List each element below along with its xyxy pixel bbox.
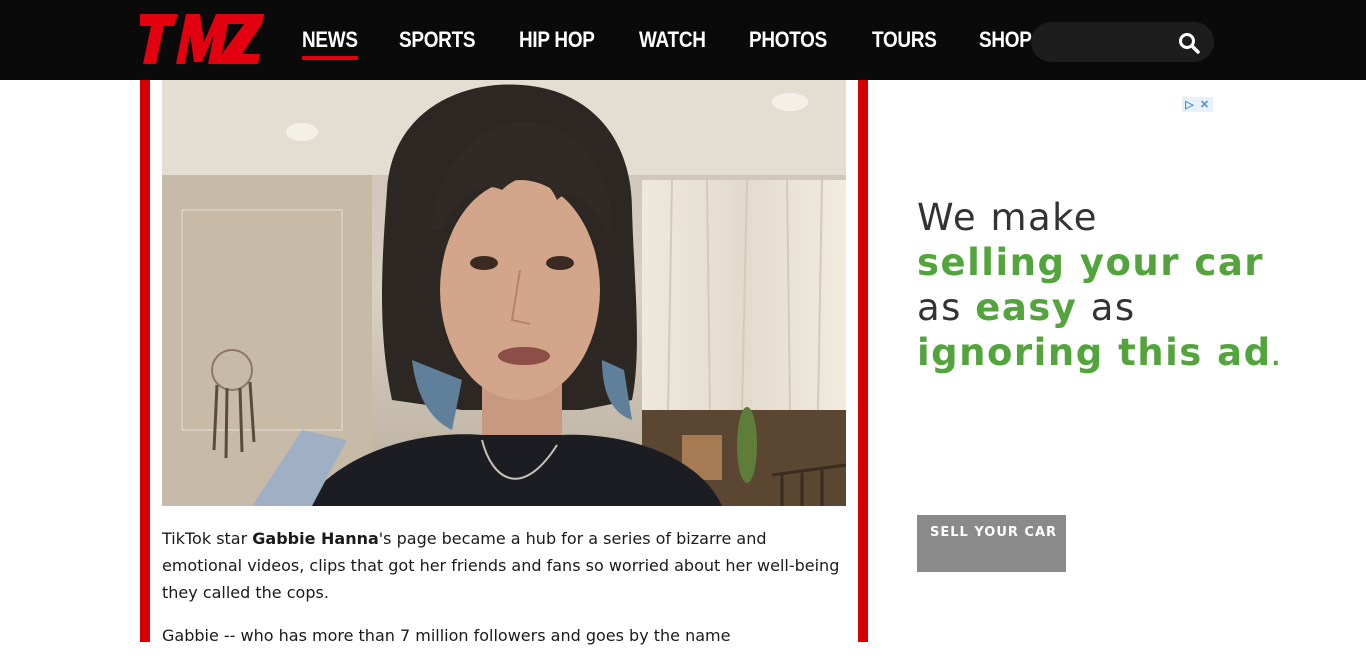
nav-shop[interactable]: SHOP (979, 27, 1032, 53)
ad-line-1: We make (917, 196, 1099, 239)
article-paragraph-1: TikTok star Gabbie Hanna's page became a… (162, 525, 842, 606)
ad-choices[interactable]: ▷ ✕ (1182, 97, 1213, 112)
nav-hip-hop[interactable]: HIP HOP (519, 27, 595, 53)
nav-tours[interactable]: TOURS (872, 27, 937, 53)
search-input[interactable] (1031, 22, 1214, 62)
person-name-link[interactable]: Gabbie Hanna (252, 529, 379, 548)
nav-sports[interactable]: SPORTS (399, 27, 476, 53)
ad-text-emphasis: easy (975, 286, 1078, 329)
ad-text: . (1271, 346, 1282, 371)
paragraph-text: TikTok star (162, 529, 253, 548)
search-icon[interactable] (1178, 32, 1200, 54)
site-header: NEWS SPORTS HIP HOP WATCH PHOTOS TOURS S… (0, 0, 1366, 80)
article-column: TikTok star Gabbie Hanna's page became a… (140, 80, 868, 645)
nav-watch[interactable]: WATCH (639, 27, 706, 53)
hero-image[interactable] (162, 80, 846, 506)
ad-text-emphasis: ignoring this ad (917, 331, 1272, 374)
article-paragraph-2: Gabbie -- who has more than 7 million fo… (162, 626, 731, 645)
ad-line-4: ignoring this ad. (917, 330, 1282, 381)
hero-photo (162, 80, 846, 506)
main-nav: NEWS SPORTS HIP HOP WATCH PHOTOS TOURS S… (302, 0, 1072, 80)
sell-your-car-button[interactable]: SELL YOUR CAR (917, 515, 1066, 572)
close-icon[interactable]: ✕ (1197, 97, 1212, 112)
nav-news[interactable]: NEWS (302, 27, 358, 60)
ad-line-2: selling your car (917, 241, 1265, 284)
adchoices-icon[interactable]: ▷ (1182, 97, 1197, 112)
nav-photos[interactable]: PHOTOS (749, 27, 827, 53)
ad-text: as (1077, 286, 1136, 329)
tmz-logo[interactable] (140, 12, 264, 66)
sidebar-ad[interactable]: ▷ ✕ We make selling your car as easy as … (900, 95, 1280, 595)
ad-line-3: as easy as (917, 285, 1282, 330)
article-body: TikTok star Gabbie Hanna's page became a… (162, 525, 842, 665)
ad-text: as (917, 286, 976, 329)
ad-headline: We make selling your car as easy as igno… (917, 195, 1282, 381)
